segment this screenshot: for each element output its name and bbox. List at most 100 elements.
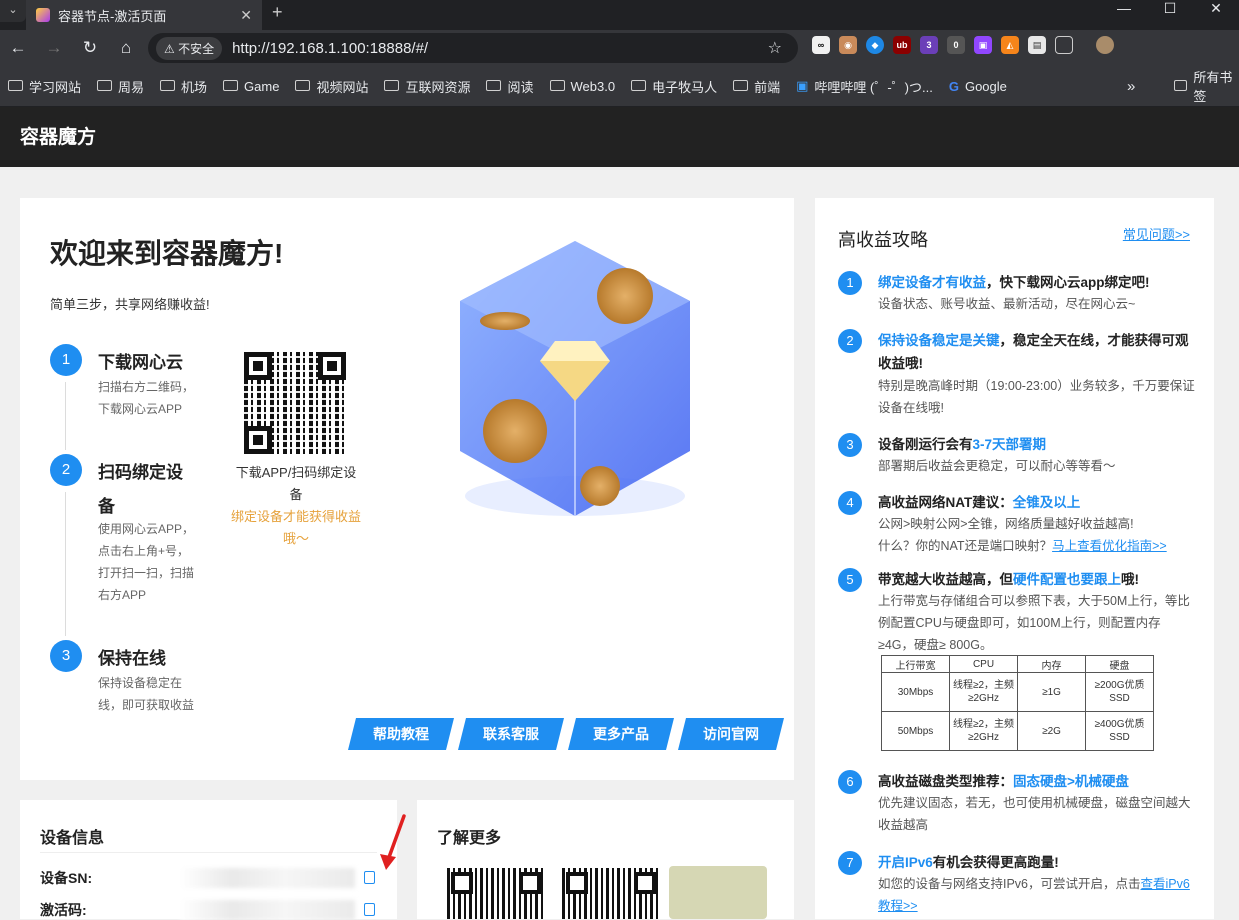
step-number: 2 bbox=[50, 454, 82, 486]
visit-website-button[interactable]: 访问官网 bbox=[678, 718, 784, 750]
activation-code-value-redacted bbox=[180, 900, 355, 920]
tip-number: 5 bbox=[838, 568, 862, 592]
bookmark-label: 学习网站 bbox=[29, 79, 82, 95]
toolbar: ← → ↻ ⌂ ⚠ 不安全 http://192.168.1.100:18888… bbox=[0, 30, 1239, 66]
extension-icon[interactable]: 3 bbox=[920, 36, 938, 54]
folder-icon bbox=[295, 79, 311, 91]
bookmark-bilibili[interactable]: ▣ 哔哩哔哩 (゜-゜)つ... bbox=[796, 77, 933, 96]
tip-title-pre: 带宽越大收益越高，但 bbox=[878, 572, 1013, 587]
cube-illustration bbox=[460, 241, 690, 516]
profile-avatar[interactable] bbox=[1096, 36, 1114, 54]
bookmark-folder[interactable]: Web3.0 bbox=[549, 78, 616, 94]
qr-finder bbox=[566, 872, 588, 894]
table-cell: 50Mbps bbox=[881, 711, 950, 751]
extension-icon[interactable]: ◆ bbox=[866, 36, 884, 54]
annotation-arrow-icon bbox=[380, 814, 406, 870]
learn-more-panel: 了解更多 bbox=[417, 800, 794, 919]
tip-desc-text: 如您的设备与网络支持IPv6，可尝试开启，点击 bbox=[878, 877, 1141, 891]
qr-note: 绑定设备才能获得收益哦～ bbox=[230, 509, 361, 546]
ublock-icon[interactable]: ub bbox=[893, 36, 911, 54]
table-cell: ≥2G bbox=[1017, 711, 1086, 751]
folder-icon bbox=[549, 79, 565, 91]
bookmark-folder[interactable]: 学习网站 bbox=[8, 77, 81, 96]
bookmark-folder[interactable]: 视频网站 bbox=[295, 77, 368, 96]
step-title: 扫码绑定设备 bbox=[98, 463, 183, 516]
minimize-button[interactable]: — bbox=[1101, 0, 1147, 30]
extension-icon[interactable]: ▣ bbox=[974, 36, 992, 54]
bookmark-label: 机场 bbox=[181, 79, 208, 95]
bookmark-label: 哔哩哔哩 (゜-゜)つ... bbox=[814, 79, 933, 95]
step-desc: 扫描右方二维码，下载网心云APP bbox=[98, 380, 195, 416]
device-sn-value-redacted bbox=[180, 868, 355, 888]
back-icon[interactable]: ← bbox=[0, 38, 36, 58]
step-number: 1 bbox=[50, 344, 82, 376]
extension-icon[interactable]: ◉ bbox=[839, 36, 857, 54]
bookmark-label: 互联网资源 bbox=[405, 79, 471, 95]
copy-icon[interactable] bbox=[364, 871, 375, 884]
forward-icon[interactable]: → bbox=[36, 38, 72, 58]
extensions-puzzle-icon[interactable] bbox=[1055, 36, 1073, 54]
address-bar[interactable]: ⚠ 不安全 http://192.168.1.100:18888/#/ ☆ bbox=[148, 33, 798, 63]
table-header: 硬盘 bbox=[1085, 655, 1154, 673]
tip-desc: 如您的设备与网络支持IPv6，可尝试开启，点击查看iPv6教程>> bbox=[878, 873, 1198, 917]
bookmarks-overflow-button[interactable]: » bbox=[1127, 78, 1135, 95]
table-cell: 线程≥2，主频≥2GHz bbox=[949, 711, 1018, 751]
new-tab-button[interactable]: + bbox=[272, 2, 283, 23]
help-tutorial-button[interactable]: 帮助教程 bbox=[348, 718, 454, 750]
more-products-button[interactable]: 更多产品 bbox=[568, 718, 674, 750]
bookmark-label: Web3.0 bbox=[570, 78, 616, 94]
bookmark-google[interactable]: G Google bbox=[949, 79, 1007, 94]
tab-search-icon[interactable]: ⌄ bbox=[0, 0, 26, 22]
tab-close-icon[interactable]: ✕ bbox=[240, 7, 252, 24]
optimization-guide-link[interactable]: 马上查看优化指南>> bbox=[1052, 539, 1167, 553]
bookmark-folder[interactable]: 电子牧马人 bbox=[631, 77, 717, 96]
insecure-badge[interactable]: ⚠ 不安全 bbox=[156, 36, 223, 60]
tip-title-rest: ，快下载网心云app绑定吧! bbox=[986, 275, 1150, 290]
url-text[interactable]: http://192.168.1.100:18888/#/ bbox=[232, 40, 428, 57]
tip-title: 带宽越大收益越高，但硬件配置也要跟上哦! bbox=[878, 568, 1198, 591]
table-row: 50Mbps 线程≥2，主频≥2GHz ≥2G ≥400G优质SSD bbox=[881, 711, 1154, 751]
button-label: 更多产品 bbox=[593, 726, 649, 742]
tip-title-pre: 高收益磁盘类型推荐： bbox=[878, 774, 1013, 789]
device-info-panel: 设备信息 设备SN: 激活码: bbox=[20, 800, 397, 920]
tip-number: 4 bbox=[838, 491, 862, 515]
strategy-panel: 高收益攻略 常见问题>> 1 绑定设备才有收益，快下载网心云app绑定吧! 设备… bbox=[815, 198, 1214, 919]
bookmark-folder[interactable]: Game bbox=[223, 79, 279, 94]
reload-icon[interactable]: ↻ bbox=[72, 38, 108, 58]
bookmark-folder[interactable]: 周易 bbox=[97, 77, 144, 96]
tip-highlight: 保持设备稳定是关键 bbox=[878, 333, 1000, 348]
metamask-icon[interactable]: ◭ bbox=[1001, 36, 1019, 54]
tip-number: 7 bbox=[838, 851, 862, 875]
bookmark-folder[interactable]: 机场 bbox=[160, 77, 207, 96]
tip-title: 开启IPv6有机会获得更高跑量! bbox=[878, 851, 1198, 874]
step-connector bbox=[65, 382, 66, 450]
maximize-button[interactable]: ☐ bbox=[1147, 0, 1193, 30]
bookmark-folder[interactable]: 互联网资源 bbox=[384, 77, 470, 96]
copy-icon[interactable] bbox=[364, 903, 375, 916]
step-title: 下载网心云 bbox=[98, 353, 183, 372]
home-icon[interactable]: ⌂ bbox=[108, 38, 144, 58]
browser-chrome: ⌄ 容器节点-激活页面 ✕ + — ☐ ✕ ← → ↻ ⌂ ⚠ 不安全 http… bbox=[0, 0, 1239, 107]
table-cell: ≥400G优质SSD bbox=[1085, 711, 1154, 751]
bookmark-label: 视频网站 bbox=[316, 79, 369, 95]
browser-tab[interactable]: 容器节点-激活页面 ✕ bbox=[26, 0, 262, 30]
extension-icon[interactable]: ∞ bbox=[812, 36, 830, 54]
table-header: 上行带宽 bbox=[881, 655, 950, 673]
bookmark-folder[interactable]: 阅读 bbox=[486, 77, 534, 96]
contact-support-button[interactable]: 联系客服 bbox=[458, 718, 564, 750]
extension-icon[interactable]: 0 bbox=[947, 36, 965, 54]
qr-code bbox=[447, 868, 545, 919]
bookmark-star-icon[interactable]: ☆ bbox=[768, 38, 782, 58]
bookmark-folder[interactable]: 前端 bbox=[733, 77, 780, 96]
activation-code-label: 激活码: bbox=[40, 902, 87, 918]
button-label: 联系客服 bbox=[483, 726, 539, 742]
close-window-button[interactable]: ✕ bbox=[1193, 0, 1239, 30]
all-bookmarks-folder[interactable]: 所有书签 bbox=[1174, 67, 1239, 105]
extension-icon[interactable]: ▤ bbox=[1028, 36, 1046, 54]
tip-title-pre: 设备刚运行会有 bbox=[878, 437, 973, 452]
tip-desc: 公网>映射公网>全锥，网络质量越好收益越高! bbox=[878, 517, 1134, 531]
folder-icon bbox=[486, 79, 502, 91]
faq-link[interactable]: 常见问题>> bbox=[1123, 224, 1190, 243]
action-buttons: 帮助教程 联系客服 更多产品 访问官网 bbox=[348, 718, 784, 750]
step-desc: 使用网心云APP，点击右上角+号，打开扫一扫，扫描右方APP bbox=[98, 522, 195, 602]
